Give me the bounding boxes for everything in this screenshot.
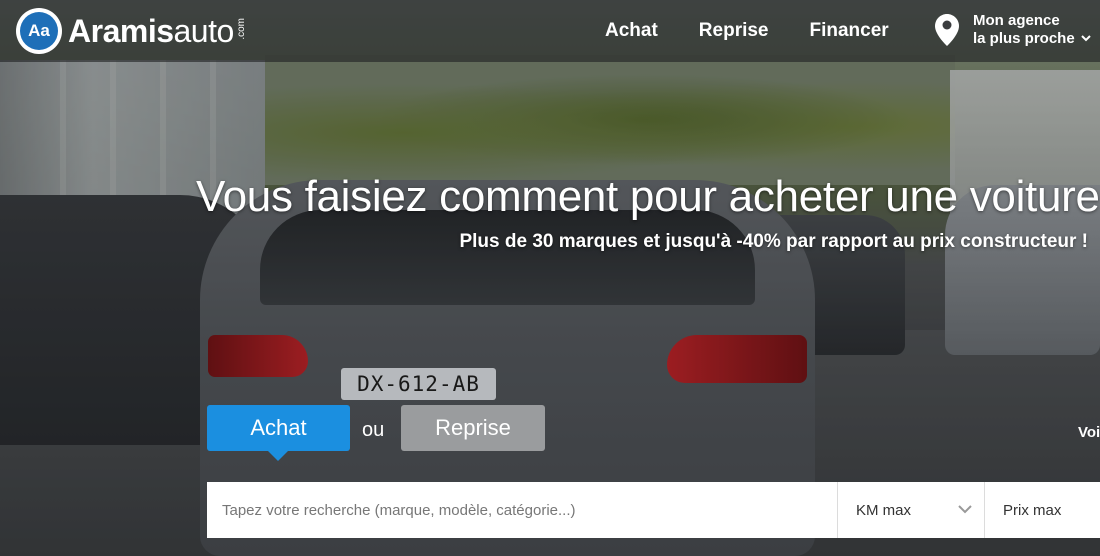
hero-subline: Plus de 30 marques et jusqu'à -40% par r… xyxy=(459,231,1088,252)
km-max-label: KM max xyxy=(856,501,912,519)
nav-financer[interactable]: Financer xyxy=(810,20,889,42)
tab-separator: ou xyxy=(362,419,385,441)
location-pin-icon xyxy=(935,14,959,46)
tab-achat-label: Achat xyxy=(250,415,307,440)
brand-wordmark: Aramisauto xyxy=(68,12,234,49)
brand-badge-icon: Aa xyxy=(16,8,62,54)
tab-achat[interactable]: Achat xyxy=(207,405,350,461)
price-max-label: Prix max xyxy=(1003,501,1062,519)
agency-selector[interactable]: Mon agence la plus proche xyxy=(935,12,1091,48)
side-link[interactable]: Voi xyxy=(1078,424,1100,441)
nav-reprise[interactable]: Reprise xyxy=(699,20,769,42)
search-bar: KM max Prix max xyxy=(207,482,1100,538)
tab-reprise[interactable]: Reprise xyxy=(401,405,545,451)
brand-suffix: .com xyxy=(235,18,247,40)
chevron-down-icon xyxy=(1080,35,1091,42)
km-max-select[interactable]: KM max xyxy=(837,482,984,538)
chevron-down-icon xyxy=(958,505,972,514)
tab-active-arrow xyxy=(267,450,289,461)
agency-label-line1: Mon agence xyxy=(973,12,1060,29)
site-header: Aa Aramisauto .com Achat Reprise Finance… xyxy=(0,0,1100,62)
hero-headline: Vous faisiez comment pour acheter une vo… xyxy=(196,172,1100,221)
search-input[interactable] xyxy=(207,482,837,538)
price-max-select[interactable]: Prix max xyxy=(984,482,1100,538)
nav-achat[interactable]: Achat xyxy=(605,20,658,42)
brand-logo[interactable]: Aa Aramisauto .com xyxy=(16,8,247,54)
agency-label-line2: la plus proche xyxy=(973,30,1075,47)
main-nav: Achat Reprise Financer xyxy=(605,20,930,42)
hero-background: DX-612-AB xyxy=(0,0,1100,556)
tab-reprise-label: Reprise xyxy=(435,415,511,440)
